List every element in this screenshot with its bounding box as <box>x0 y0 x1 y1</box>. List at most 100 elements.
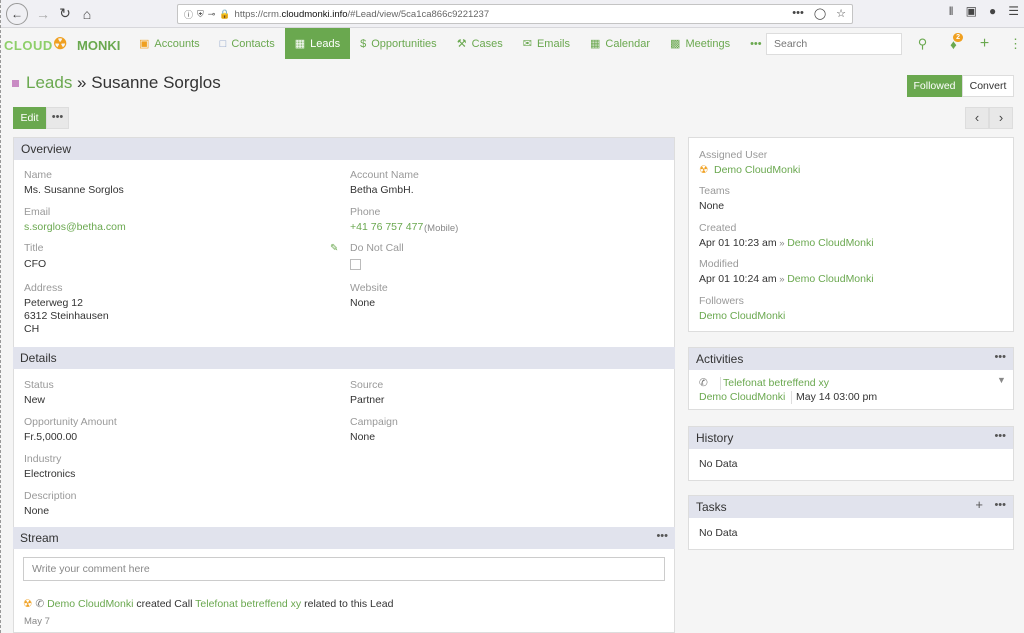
record-name: Susanne Sorglos <box>91 73 221 92</box>
activity-user-link[interactable]: Demo CloudMonki <box>699 391 785 404</box>
home-icon[interactable]: ⌂ <box>76 3 98 25</box>
more-actions-button[interactable]: ••• <box>46 107 69 129</box>
tab-opportunities[interactable]: $ Opportunities <box>350 28 447 59</box>
bookmark-star-icon[interactable]: ☆ <box>836 7 846 20</box>
edit-button[interactable]: Edit <box>13 107 46 129</box>
assigned-label: Assigned User <box>699 149 768 161</box>
url-suffix: /#Lead/view/5ca1ca866c9221237 <box>347 8 490 20</box>
industry-label: Industry <box>24 453 62 465</box>
details-header: Details <box>13 347 675 369</box>
history-menu-icon[interactable]: ••• <box>994 430 1006 442</box>
chevron-left-icon[interactable]: ‹ <box>965 107 989 129</box>
website-label: Website <box>350 282 388 294</box>
logo[interactable]: CLOUD ☢ MONKI <box>1 28 129 59</box>
add-task-icon[interactable]: + <box>975 497 983 512</box>
tab-label: Cases <box>471 37 503 50</box>
search-input[interactable] <box>766 33 902 55</box>
tab-label: Leads <box>310 37 341 50</box>
email-link[interactable]: s.sorglos@betha.com <box>24 221 126 234</box>
key-icon: ⊸ <box>207 8 216 19</box>
followed-button[interactable]: Followed <box>907 75 962 97</box>
source-value: Partner <box>350 394 385 406</box>
phone-icon: ✆ <box>35 598 45 610</box>
pencil-icon[interactable]: ✎ <box>330 243 338 254</box>
forward-icon[interactable]: → <box>32 3 54 25</box>
info-icon: ⓘ <box>184 9 194 20</box>
address-card-icon: ▦ <box>294 38 306 50</box>
phone-type: (Mobile) <box>424 223 459 234</box>
created-value: Apr 01 10:23 am » Demo CloudMonki <box>699 237 874 250</box>
tab-emails[interactable]: ✉ Emails <box>513 28 580 59</box>
stream-user-link[interactable]: Demo CloudMonki <box>47 598 133 610</box>
page-actions-icon[interactable]: ••• <box>792 7 804 20</box>
history-title: History <box>696 431 734 445</box>
phone-label: Phone <box>350 206 381 218</box>
stream-entry: ☢ ✆ Demo CloudMonki created Call Telefon… <box>23 598 393 610</box>
page-title: Leads » Susanne Sorglos <box>12 73 221 93</box>
tasks-panel: Tasks + ••• <box>688 495 1014 550</box>
created-sep: » <box>776 238 788 249</box>
assigned-user-link[interactable]: Demo CloudMonki <box>714 164 800 177</box>
tab-label: Contacts <box>231 37 275 50</box>
tasks-menu-icon[interactable]: ••• <box>994 499 1006 511</box>
campaign-value: None <box>350 431 376 443</box>
bell-icon[interactable]: ♦ 2 <box>938 33 969 55</box>
campaign-label: Campaign <box>350 416 398 428</box>
tab-contacts[interactable]: □ Contacts <box>210 28 285 59</box>
created-date: Apr 01 10:23 am <box>699 237 777 249</box>
menu-icon[interactable]: ☰ <box>1008 4 1019 18</box>
activity-dropdown-icon[interactable]: ▼ <box>997 374 1006 387</box>
url-domain: cloudmonki.info <box>281 8 348 20</box>
chevron-right-icon[interactable]: › <box>989 107 1013 129</box>
followers-label: Followers <box>699 295 744 307</box>
tab-leads[interactable]: ▦ Leads <box>284 28 351 59</box>
plus-icon[interactable]: + <box>969 33 1000 55</box>
search-icon[interactable]: ⚲ <box>907 33 938 55</box>
followers-link[interactable]: Demo CloudMonki <box>699 310 785 323</box>
stream-menu-icon[interactable]: ••• <box>656 530 668 542</box>
title-value: CFO <box>24 258 47 270</box>
browser-toolbar: ← → ↻ ⌂ ⓘ ⛨ ⊸ 🔒 https://crm. cloudmonki.i… <box>1 0 1024 28</box>
activity-item-link[interactable]: Telefonat betreffend xy <box>720 377 829 390</box>
envelope-icon: ✉ <box>522 38 532 50</box>
tab-label: Calendar <box>605 37 651 50</box>
tab-cases[interactable]: ⚒ Cases <box>447 28 513 59</box>
activities-menu-icon[interactable]: ••• <box>994 351 1006 363</box>
url-bar[interactable]: ⓘ ⛨ ⊸ 🔒 https://crm. cloudmonki.info/#Lea… <box>177 4 853 24</box>
modified-by-link[interactable]: Demo CloudMonki <box>787 273 873 285</box>
monkey-avatar-icon: ☢ <box>23 598 33 610</box>
tab-meetings[interactable]: ▩ Meetings <box>660 28 740 59</box>
library-icon[interactable]: ‖ <box>949 4 954 18</box>
logo-text-right: MONKI <box>77 38 121 53</box>
account-icon[interactable]: ● <box>989 4 996 18</box>
convert-button[interactable]: Convert <box>962 75 1014 97</box>
stream-call-link[interactable]: Telefonat betreffend xy <box>195 598 301 610</box>
stream-tail: related to this Lead <box>301 598 394 610</box>
reload-icon[interactable]: ↻ <box>54 3 76 25</box>
sidebar-icon[interactable]: ▣ <box>966 4 977 18</box>
industry-value: Electronics <box>24 468 76 480</box>
vertical-menu-icon[interactable]: ⋮ <box>1000 33 1024 55</box>
dollar-icon: $ <box>360 37 367 50</box>
briefcase-icon: ▣ <box>139 38 150 50</box>
modified-value: Apr 01 10:24 am » Demo CloudMonki <box>699 273 874 286</box>
account-value: Betha GmbH. <box>350 184 414 196</box>
history-empty: No Data <box>699 458 738 470</box>
address-line3: CH <box>24 323 40 335</box>
assigned-avatar-icon: ☢ <box>699 164 709 176</box>
tab-accounts[interactable]: ▣ Accounts <box>129 28 210 59</box>
tab-calendar[interactable]: ▦ Calendar <box>580 28 660 59</box>
created-by-link[interactable]: Demo CloudMonki <box>787 237 873 249</box>
breadcrumb-leads[interactable]: Leads <box>26 73 72 93</box>
teams-value: None <box>699 200 725 212</box>
stream-title: Stream <box>20 531 59 545</box>
comment-input[interactable]: Write your comment here <box>23 557 665 581</box>
amount-value: Fr.5,000.00 <box>24 431 78 443</box>
phone-link[interactable]: +41 76 757 477 <box>350 221 423 234</box>
stream-date: May 7 <box>24 616 50 627</box>
teams-label: Teams <box>699 185 730 197</box>
back-icon[interactable]: ← <box>6 2 28 25</box>
overview-title: Overview <box>21 142 72 156</box>
do-not-call-checkbox[interactable] <box>350 259 361 270</box>
pocket-icon[interactable]: ◯ <box>814 7 826 20</box>
